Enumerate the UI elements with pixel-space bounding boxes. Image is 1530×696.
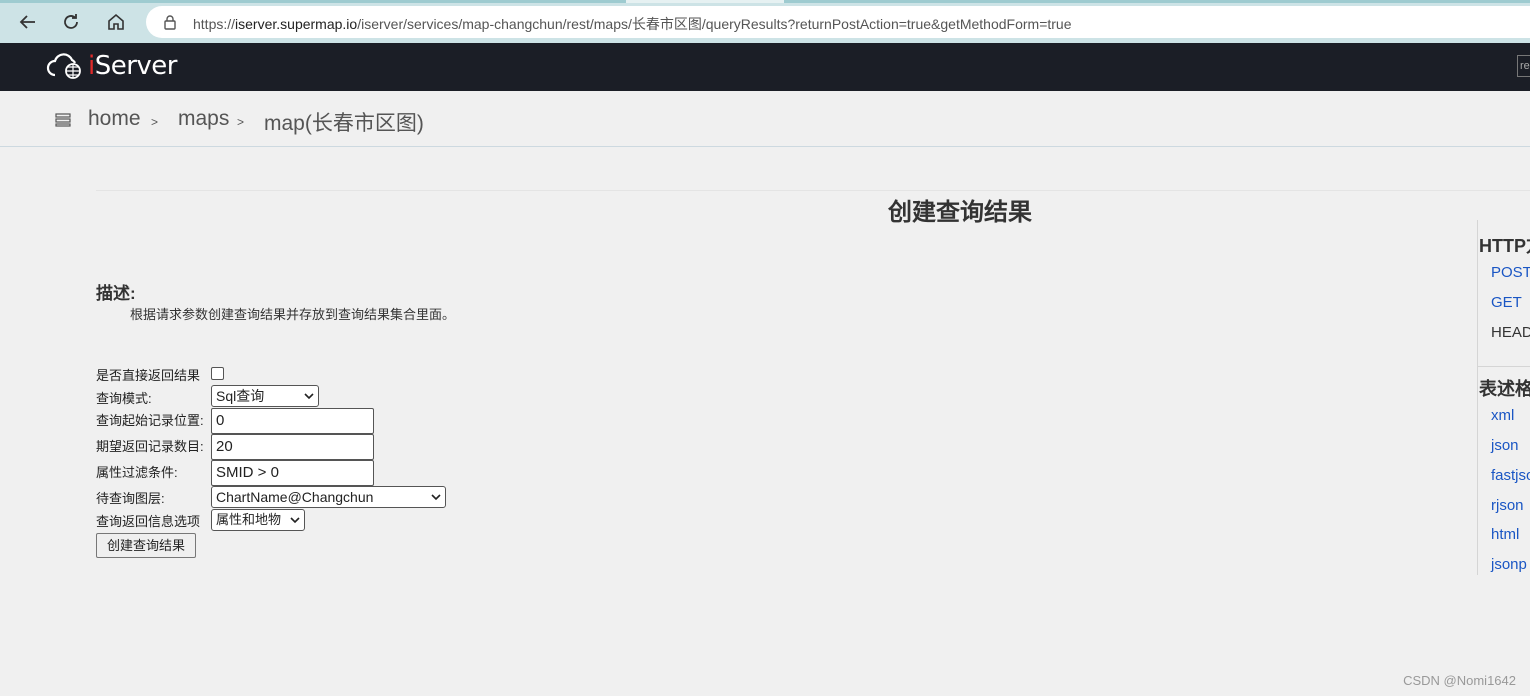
url-path: /iserver/services/map-changchun/rest/map…: [357, 16, 1072, 32]
arrow-left-icon: [19, 15, 35, 29]
side-panel: HTTP方 POST GET HEAD 表述格 xml json fastjso…: [1477, 220, 1530, 575]
home-button[interactable]: [103, 9, 129, 35]
cloud-globe-icon: [46, 53, 81, 79]
formats-title: 表述格: [1479, 379, 1530, 399]
url-prefix: https://: [193, 16, 236, 32]
list-icon: [55, 113, 71, 127]
query-mode-value: Sql查询: [216, 388, 265, 404]
tab-strip: [0, 0, 1530, 3]
format-xml-link[interactable]: xml: [1491, 407, 1514, 424]
chevron-down-icon: [290, 517, 300, 524]
create-query-result-button[interactable]: 创建查询结果: [96, 533, 196, 558]
browser-toolbar: https://iserver.supermap.io/iserver/serv…: [0, 0, 1530, 43]
method-post-link[interactable]: POST: [1491, 264, 1530, 281]
expect-count-input[interactable]: 20: [211, 434, 374, 460]
layer-value: ChartName@Changchun: [216, 489, 374, 505]
layer-select[interactable]: ChartName@Changchun: [211, 486, 446, 508]
url-text: https://iserver.supermap.io/iserver/serv…: [193, 14, 1072, 34]
breadcrumb-separator: >: [151, 115, 159, 129]
reload-button[interactable]: [58, 9, 84, 35]
logo-text: iServer: [88, 51, 178, 81]
url-host: iserver.supermap.io: [235, 16, 358, 32]
format-rjson-link[interactable]: rjson: [1491, 497, 1524, 514]
return-option-value: 属性和地物: [216, 512, 282, 527]
home-icon: [108, 13, 124, 30]
back-button[interactable]: [15, 9, 41, 35]
description-label: 描述:: [96, 284, 136, 303]
start-record-input[interactable]: 0: [211, 408, 374, 434]
query-mode-select[interactable]: Sql查询: [211, 385, 319, 407]
logo-text-i: i: [88, 51, 95, 81]
layer-label: 待查询图层:: [96, 491, 165, 506]
format-fastjson-link[interactable]: fastjson: [1491, 467, 1530, 484]
breadcrumb-separator: >: [237, 115, 245, 129]
query-mode-label: 查询模式:: [96, 391, 152, 406]
format-jsonp-link[interactable]: jsonp: [1491, 556, 1527, 573]
header-search-input[interactable]: re: [1517, 55, 1530, 77]
format-json-link[interactable]: json: [1491, 437, 1519, 454]
divider: [96, 190, 1530, 191]
method-head-label: HEAD: [1491, 324, 1530, 341]
side-divider: [1478, 366, 1530, 367]
breadcrumb-home-link[interactable]: home: [88, 107, 141, 131]
watermark: CSDN @Nomi1642: [1403, 673, 1516, 688]
start-record-label: 查询起始记录位置:: [96, 413, 204, 428]
chevron-down-icon: [431, 494, 441, 501]
iserver-logo[interactable]: iServer: [46, 49, 178, 83]
breadcrumb-map-link[interactable]: map(长春市区图): [264, 107, 424, 137]
return-option-select[interactable]: 属性和地物: [211, 509, 305, 531]
method-get-link[interactable]: GET: [1491, 294, 1522, 311]
return-directly-label: 是否直接返回结果: [96, 368, 201, 383]
address-bar[interactable]: https://iserver.supermap.io/iserver/serv…: [146, 6, 1530, 38]
attribute-filter-label: 属性过滤条件:: [96, 465, 178, 480]
expect-count-label: 期望返回记录数目:: [96, 439, 204, 454]
lock-icon[interactable]: [162, 14, 178, 30]
return-option-label: 查询返回信息选项: [96, 514, 201, 529]
description-text: 根据请求参数创建查询结果并存放到查询结果集合里面。: [130, 307, 456, 322]
app-header: iServer re: [0, 43, 1530, 91]
logo-text-rest: Server: [94, 51, 178, 81]
attribute-filter-input[interactable]: SMID > 0: [211, 460, 374, 486]
reload-icon: [64, 14, 78, 29]
format-html-link[interactable]: html: [1491, 526, 1519, 543]
chevron-down-icon: [304, 393, 314, 400]
http-methods-title: HTTP方: [1479, 236, 1530, 256]
return-directly-checkbox[interactable]: [211, 367, 224, 380]
page-title: 创建查询结果: [888, 199, 1032, 226]
breadcrumb-maps-link[interactable]: maps: [178, 107, 229, 131]
breadcrumb: home > maps > map(长春市区图): [0, 91, 1530, 147]
